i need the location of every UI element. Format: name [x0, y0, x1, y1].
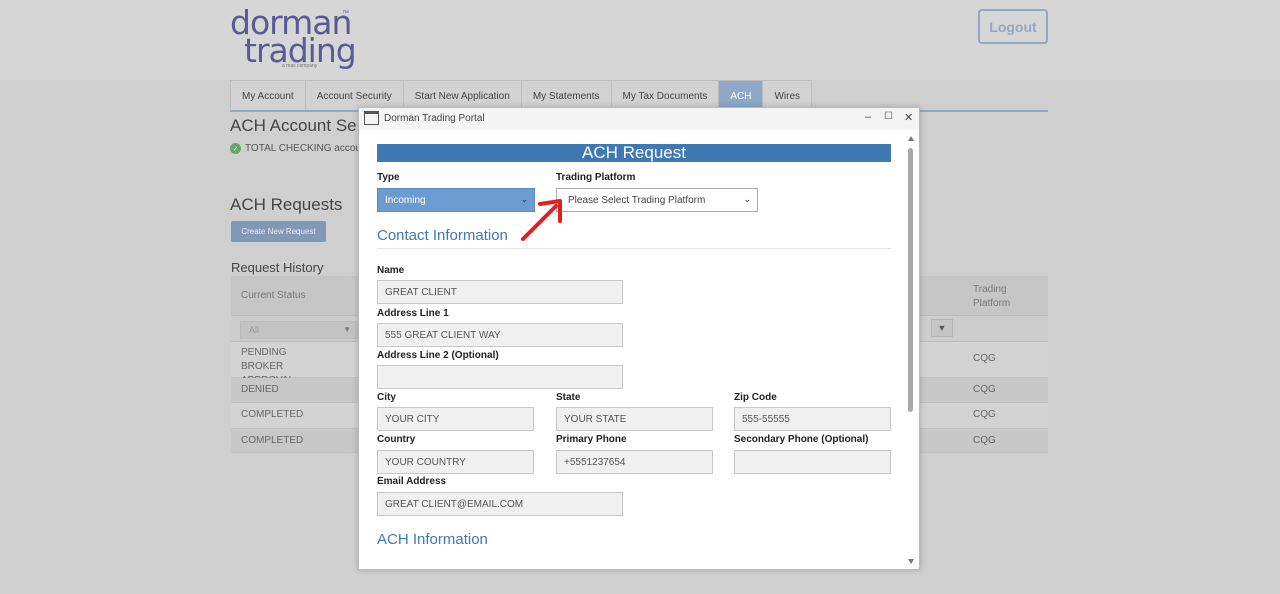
scroll-thumb[interactable] [908, 148, 913, 412]
row-platform: CQG [973, 353, 996, 364]
address-line1-label: Address Line 1 [377, 308, 449, 319]
tab-my-account[interactable]: My Account [230, 80, 306, 111]
header-current-status[interactable]: Current Status [241, 290, 305, 301]
status-filter-value: All [249, 325, 260, 335]
scroll-up-arrow-icon[interactable] [908, 136, 914, 141]
chevron-down-icon: ▼ [343, 325, 351, 334]
type-label: Type [377, 172, 400, 183]
name-label: Name [377, 265, 405, 276]
create-new-request-button[interactable]: Create New Request [231, 221, 326, 242]
status-filter-select[interactable]: All ▼ [240, 321, 358, 339]
email-address-label: Email Address [377, 476, 447, 487]
trading-platform-select[interactable]: Please Select Trading Platform ⌄ [556, 188, 758, 212]
ach-information-heading: ACH Information [377, 531, 488, 548]
minimize-icon[interactable]: – [865, 111, 871, 123]
ach-request-banner: ACH Request [377, 143, 891, 162]
city-label: City [377, 392, 396, 403]
primary-phone-field[interactable]: +5551237654 [556, 450, 713, 474]
ach-requests-title: ACH Requests [230, 195, 343, 214]
modal-titlebar[interactable]: Dorman Trading Portal – ☐ ✕ [359, 108, 919, 130]
row-platform: CQG [973, 409, 996, 420]
name-field[interactable]: GREAT CLIENT [377, 280, 623, 304]
address-line2-field[interactable] [377, 365, 623, 389]
trading-platform-label: Trading Platform [556, 172, 636, 183]
close-icon[interactable]: ✕ [904, 111, 913, 124]
modal-title: Dorman Trading Portal [384, 113, 485, 124]
window-icon [364, 111, 379, 125]
zip-code-label: Zip Code [734, 392, 777, 403]
secondary-phone-field[interactable] [734, 450, 891, 474]
header-trading-platform[interactable]: Trading Platform [973, 283, 1033, 311]
annotation-arrow-icon [521, 199, 562, 241]
secondary-phone-label: Secondary Phone (Optional) [734, 434, 869, 445]
address-line2-label: Address Line 2 (Optional) [377, 350, 499, 361]
state-field[interactable]: YOUR STATE [556, 407, 713, 431]
city-field[interactable]: YOUR CITY [377, 407, 534, 431]
primary-phone-label: Primary Phone [556, 434, 627, 445]
row-status: COMPLETED [241, 409, 304, 420]
account-label: TOTAL CHECKING accou [245, 143, 361, 154]
header-band [0, 0, 1280, 80]
row-platform: CQG [973, 435, 996, 446]
dorman-trading-logo: dorman ™ trading a mas company [230, 6, 360, 72]
maximize-icon[interactable]: ☐ [884, 111, 893, 122]
row-platform: CQG [973, 384, 996, 395]
state-label: State [556, 392, 581, 403]
scroll-down-arrow-icon[interactable] [908, 559, 914, 564]
contact-information-heading: Contact Information [377, 227, 508, 244]
type-value: Incoming [385, 195, 426, 206]
account-line: ✓ TOTAL CHECKING accou [230, 143, 361, 154]
address-line1-field[interactable]: 555 GREAT CLIENT WAY [377, 323, 623, 347]
ach-request-modal: Dorman Trading Portal – ☐ ✕ ACH Request … [358, 107, 920, 570]
trademark-mark: ™ [342, 10, 349, 17]
logout-button[interactable]: Logout [978, 9, 1048, 44]
page-title: ACH Account Se [230, 116, 357, 135]
zip-code-field[interactable]: 555-55555 [734, 407, 891, 431]
country-label: Country [377, 434, 416, 445]
request-history-title: Request History [231, 260, 324, 275]
country-field[interactable]: YOUR COUNTRY [377, 450, 534, 474]
type-select[interactable]: Incoming ⌄ [377, 188, 535, 212]
row-status: DENIED [241, 384, 279, 395]
email-address-field[interactable]: GREAT CLIENT@EMAIL.COM [377, 492, 623, 516]
row-status: COMPLETED [241, 435, 304, 446]
logo-tagline: a mas company [282, 63, 318, 69]
chevron-down-icon: ⌄ [743, 194, 751, 204]
trading-platform-placeholder: Please Select Trading Platform [568, 195, 706, 206]
modal-scrollbar[interactable] [905, 132, 917, 569]
modal-body: ACH Request Type Incoming ⌄ Trading Plat… [359, 130, 919, 569]
section-divider [377, 248, 891, 249]
filter-funnel-icon[interactable]: ▼ [931, 319, 953, 337]
check-circle-icon: ✓ [230, 143, 241, 154]
